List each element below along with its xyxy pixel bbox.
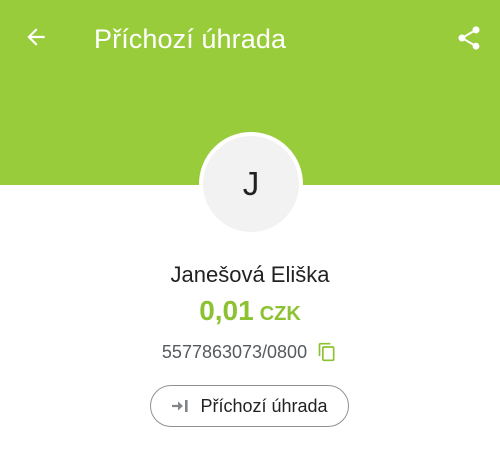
payment-currency: CZK xyxy=(259,303,301,325)
arrow-left-icon xyxy=(27,28,45,46)
transaction-type-label: Příchozí úhrada xyxy=(200,396,328,416)
page-title: Příchozí úhrada xyxy=(94,24,287,54)
account-row: 5577863073/0800 xyxy=(0,339,500,365)
account-number: 5577863073/0800 xyxy=(161,342,308,362)
avatar-initial: J xyxy=(242,165,260,202)
amount-row: 0,01 CZK xyxy=(0,294,500,328)
transaction-type-chip[interactable]: Příchozí úhrada xyxy=(150,385,349,427)
share-button[interactable] xyxy=(450,19,488,57)
share-icon xyxy=(458,26,480,50)
avatar: J xyxy=(199,132,303,236)
copy-account-button[interactable] xyxy=(316,341,338,363)
copy-icon xyxy=(318,342,335,362)
back-button[interactable] xyxy=(18,19,54,55)
payment-amount: 0,01 xyxy=(199,295,254,326)
counterparty-name: Janešová Eliška xyxy=(170,262,330,287)
incoming-transfer-icon xyxy=(171,398,191,414)
